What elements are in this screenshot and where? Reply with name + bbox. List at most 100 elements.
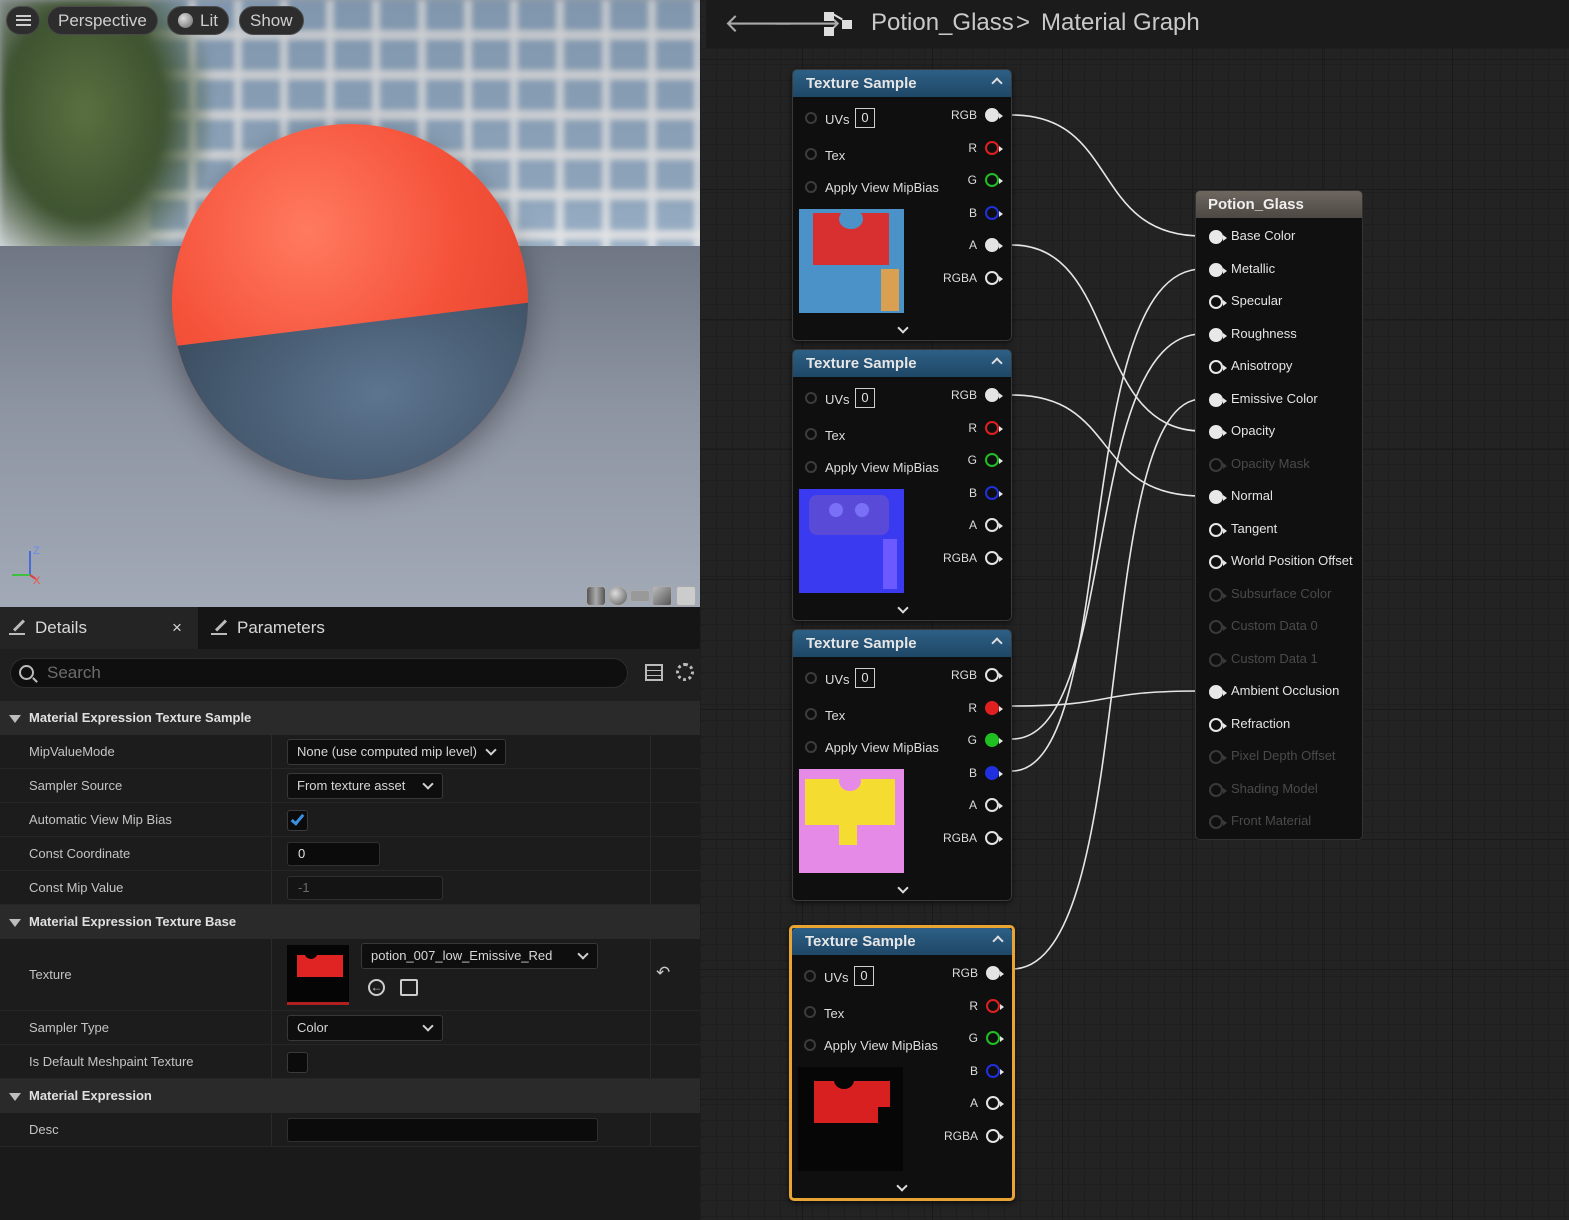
node-header[interactable]: Texture Sample xyxy=(792,928,1012,955)
tab-parameters[interactable]: Parameters xyxy=(200,607,400,649)
material-input-pin[interactable] xyxy=(1209,262,1227,277)
node-header[interactable]: Texture Sample xyxy=(793,630,1011,657)
expand-down-icon[interactable] xyxy=(897,322,909,334)
material-input-pin-row[interactable]: Ambient Occlusion xyxy=(1196,682,1364,702)
material-input-pin[interactable] xyxy=(1209,587,1227,602)
expand-down-icon[interactable] xyxy=(897,882,909,894)
collapse-up-icon[interactable] xyxy=(991,357,1003,369)
material-input-pin[interactable] xyxy=(1209,230,1227,244)
rgb-output-pin[interactable] xyxy=(986,966,1004,980)
tex-input-pin[interactable] xyxy=(805,428,817,440)
rgba-output-pin[interactable] xyxy=(985,831,1003,845)
texture-sample-node-selected[interactable]: Texture Sample UVs 0 Tex Apply View MipB… xyxy=(789,925,1015,1201)
uvs-input-pin[interactable] xyxy=(805,392,817,404)
mipbias-input-pin[interactable] xyxy=(804,1039,816,1051)
g-output-pin[interactable] xyxy=(986,1031,1004,1045)
table-view-icon[interactable] xyxy=(645,664,663,681)
b-output-pin[interactable] xyxy=(985,486,1003,500)
const-coordinate-input[interactable]: 0 xyxy=(287,842,380,866)
material-input-pin[interactable] xyxy=(1209,360,1227,374)
material-input-pin-row[interactable]: Normal xyxy=(1196,487,1364,507)
rgba-output-pin[interactable] xyxy=(986,1129,1004,1143)
r-output-pin[interactable] xyxy=(985,421,1003,435)
material-input-pin-row[interactable]: Roughness xyxy=(1196,325,1364,345)
texture-thumbnail[interactable] xyxy=(287,945,349,1005)
rgba-output-pin[interactable] xyxy=(985,551,1003,565)
show-button[interactable]: Show xyxy=(239,6,304,35)
rgba-output-pin[interactable] xyxy=(985,271,1003,285)
texture-asset-dropdown[interactable]: potion_007_low_Emissive_Red xyxy=(361,943,598,969)
a-output-pin[interactable] xyxy=(985,238,1003,252)
texture-sample-node[interactable]: Texture Sample UVs 0 Tex Apply View MipB… xyxy=(792,629,1012,901)
b-output-pin[interactable] xyxy=(986,1064,1004,1078)
rgb-output-pin[interactable] xyxy=(985,388,1003,402)
material-input-pin-row[interactable]: Refraction xyxy=(1196,715,1364,735)
uvs-input-pin[interactable] xyxy=(805,672,817,684)
use-selected-asset-icon[interactable]: ← xyxy=(368,979,385,996)
material-input-pin[interactable] xyxy=(1209,815,1227,829)
gear-icon[interactable] xyxy=(676,663,694,681)
uv-index-field[interactable]: 0 xyxy=(854,966,874,986)
a-output-pin[interactable] xyxy=(986,1096,1004,1110)
r-output-pin[interactable] xyxy=(985,141,1003,155)
auto-view-mip-bias-checkbox[interactable] xyxy=(287,810,308,831)
r-output-pin[interactable] xyxy=(985,701,1003,715)
browse-asset-icon[interactable] xyxy=(400,979,418,996)
material-input-pin[interactable] xyxy=(1209,555,1227,569)
tex-input-pin[interactable] xyxy=(805,708,817,720)
uvs-input-pin[interactable] xyxy=(805,112,817,124)
material-input-pin[interactable] xyxy=(1209,750,1227,764)
material-input-pin[interactable] xyxy=(1209,457,1227,472)
mipbias-input-pin[interactable] xyxy=(805,461,817,473)
texture-sample-node[interactable]: Texture Sample UVs 0 Tex Apply View MipB… xyxy=(792,349,1012,621)
node-header[interactable]: Texture Sample xyxy=(793,350,1011,377)
a-output-pin[interactable] xyxy=(985,798,1003,812)
mipbias-input-pin[interactable] xyxy=(805,181,817,193)
material-input-pin-row[interactable]: Base Color xyxy=(1196,227,1364,247)
mipbias-input-pin[interactable] xyxy=(805,741,817,753)
sampler-source-dropdown[interactable]: From texture asset xyxy=(287,773,443,799)
material-input-pin-row[interactable]: Custom Data 0 xyxy=(1196,617,1364,637)
reset-to-default-icon[interactable]: ↶ xyxy=(656,963,670,983)
tab-details[interactable]: Details × xyxy=(0,607,198,649)
plane-shape-icon[interactable] xyxy=(630,590,650,602)
viewport[interactable]: Perspective Lit Show Z X xyxy=(0,0,700,607)
r-output-pin[interactable] xyxy=(986,999,1004,1013)
a-output-pin[interactable] xyxy=(985,518,1003,532)
material-input-pin-row[interactable]: Opacity xyxy=(1196,422,1364,442)
material-input-pin-row[interactable]: Front Material xyxy=(1196,812,1364,832)
material-input-pin[interactable] xyxy=(1209,620,1227,634)
perspective-button[interactable]: Perspective xyxy=(47,6,158,35)
material-input-pin[interactable] xyxy=(1209,295,1227,309)
material-input-pin[interactable] xyxy=(1209,685,1227,699)
viewport-menu-button[interactable] xyxy=(6,6,40,35)
material-input-pin-row[interactable]: Anisotropy xyxy=(1196,357,1364,377)
cylinder-shape-icon[interactable] xyxy=(586,586,606,606)
sphere-shape-icon[interactable] xyxy=(608,586,628,606)
material-input-pin[interactable] xyxy=(1209,652,1227,667)
tex-input-pin[interactable] xyxy=(804,1006,816,1018)
expand-down-icon[interactable] xyxy=(896,1180,908,1192)
lit-button[interactable]: Lit xyxy=(167,6,229,35)
b-output-pin[interactable] xyxy=(985,206,1003,220)
material-input-pin[interactable] xyxy=(1209,782,1227,797)
uv-index-field[interactable]: 0 xyxy=(855,668,875,688)
material-input-pin-row[interactable]: Metallic xyxy=(1196,260,1364,280)
material-input-pin[interactable] xyxy=(1209,717,1227,732)
material-input-pin-row[interactable]: Shading Model xyxy=(1196,780,1364,800)
sampler-type-dropdown[interactable]: Color xyxy=(287,1015,443,1041)
material-input-pin[interactable] xyxy=(1209,522,1227,537)
mipvaluemode-dropdown[interactable]: None (use computed mip level) xyxy=(287,739,506,765)
texture-sample-node[interactable]: Texture Sample UVs 0 Tex Apply View MipB… xyxy=(792,69,1012,341)
uv-index-field[interactable]: 0 xyxy=(855,388,875,408)
material-input-pin-row[interactable]: Opacity Mask xyxy=(1196,455,1364,475)
tex-input-pin[interactable] xyxy=(805,148,817,160)
material-input-pin[interactable] xyxy=(1209,327,1227,342)
material-output-title[interactable]: Potion_Glass xyxy=(1196,191,1362,218)
expand-down-icon[interactable] xyxy=(897,602,909,614)
rgb-output-pin[interactable] xyxy=(985,108,1003,122)
material-input-pin-row[interactable]: Pixel Depth Offset xyxy=(1196,747,1364,767)
material-input-pin-row[interactable]: Custom Data 1 xyxy=(1196,650,1364,670)
b-output-pin[interactable] xyxy=(985,766,1003,780)
material-input-pin-row[interactable]: Emissive Color xyxy=(1196,390,1364,410)
